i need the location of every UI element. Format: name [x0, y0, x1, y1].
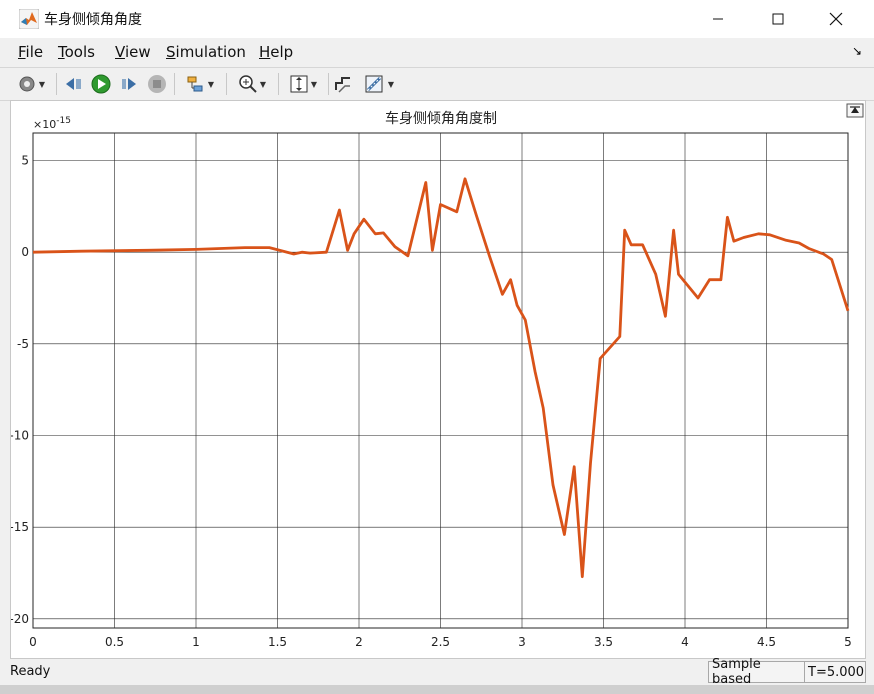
- maximize-button[interactable]: [748, 0, 808, 38]
- signal-select-button[interactable]: ▼: [180, 72, 220, 96]
- time-indicator: T=5.000: [804, 661, 866, 683]
- toolbar-separator: [174, 73, 175, 95]
- x-tick-label: 3: [518, 635, 526, 649]
- signal-select-icon: [187, 76, 203, 92]
- style-button[interactable]: ▼: [359, 72, 399, 96]
- menu-bar: File Tools View Simulation Help ↘: [0, 38, 874, 66]
- x-tick-label: 3.5: [594, 635, 613, 649]
- menu-tools[interactable]: Tools: [58, 43, 95, 61]
- plot-panel: 车身侧倾角角度制 ×10-15 0 0.5 1 1.5 2 2.5 3 3.5 4 4.5 5 5 0-…: [9, 100, 866, 659]
- title-bar: 车身侧倾角角度: [0, 0, 874, 38]
- exponent-label: ×10-15: [33, 116, 71, 131]
- step-back-button[interactable]: [62, 72, 86, 96]
- toolbar-separator: [328, 73, 329, 95]
- dropdown-arrow-icon: ▼: [259, 79, 267, 89]
- x-tick-label: 2: [355, 635, 363, 649]
- x-tick-label: 1: [192, 635, 200, 649]
- scope-plot[interactable]: 车身侧倾角角度制 ×10-15 0 0.5 1 1.5 2 2.5 3 3.5 4 4.5 550-…: [9, 101, 865, 658]
- settings-button[interactable]: ▼: [12, 72, 50, 96]
- zoom-button[interactable]: ▼: [232, 72, 272, 96]
- scope-window: 车身侧倾角角度 File Tools View Simulation Help …: [0, 0, 874, 694]
- x-tick-label: 0.5: [105, 635, 124, 649]
- y-tick-label: 5: [21, 154, 29, 168]
- minimize-button[interactable]: [688, 0, 748, 38]
- status-bar: Ready Sample based T=5.000: [0, 657, 874, 687]
- autoscale-button[interactable]: ▼: [283, 72, 323, 96]
- close-icon: [829, 12, 843, 26]
- autoscale-icon: [290, 75, 308, 93]
- menu-file[interactable]: File: [18, 43, 43, 61]
- close-button[interactable]: [806, 0, 866, 38]
- step-forward-icon: [122, 78, 136, 90]
- x-tick-label: 0: [29, 635, 37, 649]
- dropdown-arrow-icon: ▼: [207, 79, 215, 89]
- dropdown-arrow-icon: ▼: [387, 79, 395, 89]
- legend-button[interactable]: [332, 72, 354, 96]
- toolbar-separator: [56, 73, 57, 95]
- status-ready-text: Ready: [10, 664, 51, 679]
- chart-title: 车身侧倾角角度制: [385, 110, 497, 127]
- run-button[interactable]: [89, 72, 113, 96]
- y-tick-label: -10: [11, 429, 29, 443]
- axes-undock-button[interactable]: [846, 103, 864, 118]
- menu-help[interactable]: Help: [259, 43, 293, 61]
- step-forward-button[interactable]: [117, 72, 141, 96]
- toolbar-separator: [226, 73, 227, 95]
- style-icon: [365, 75, 383, 93]
- y-tick-label: -15: [11, 520, 29, 534]
- menu-simulation[interactable]: Simulation: [166, 43, 246, 61]
- background-strip: [0, 685, 874, 694]
- x-tick-label: 1.5: [268, 635, 287, 649]
- sample-mode-indicator: Sample based: [708, 657, 808, 687]
- y-tick-label: 0: [21, 245, 29, 259]
- zoom-in-icon: [239, 75, 257, 93]
- x-tick-label: 5: [844, 635, 852, 649]
- undock-arrow-icon[interactable]: ↘: [852, 44, 862, 58]
- x-tick-label: 4.5: [757, 635, 776, 649]
- y-tick-label: -20: [11, 612, 29, 626]
- toolbar: ▼ ▼ ▼ ▼ ▼: [0, 67, 874, 101]
- stop-icon: [148, 75, 166, 93]
- run-icon: [91, 74, 111, 94]
- dropdown-arrow-icon: ▼: [38, 79, 46, 89]
- window-title: 车身侧倾角角度: [44, 12, 142, 28]
- stop-button[interactable]: [145, 72, 169, 96]
- x-tick-label: 4: [681, 635, 689, 649]
- toolbar-separator: [278, 73, 279, 95]
- minimize-icon: [713, 18, 723, 20]
- step-back-icon: [66, 78, 81, 90]
- dropdown-arrow-icon: ▼: [310, 79, 318, 89]
- legend-icon: [335, 77, 350, 93]
- menu-view[interactable]: View: [115, 43, 151, 61]
- matlab-logo-icon: [19, 9, 39, 29]
- x-tick-label: 2.5: [431, 635, 450, 649]
- maximize-icon: [772, 13, 784, 25]
- settings-icon: [19, 76, 35, 92]
- y-tick-label: -5: [17, 337, 29, 351]
